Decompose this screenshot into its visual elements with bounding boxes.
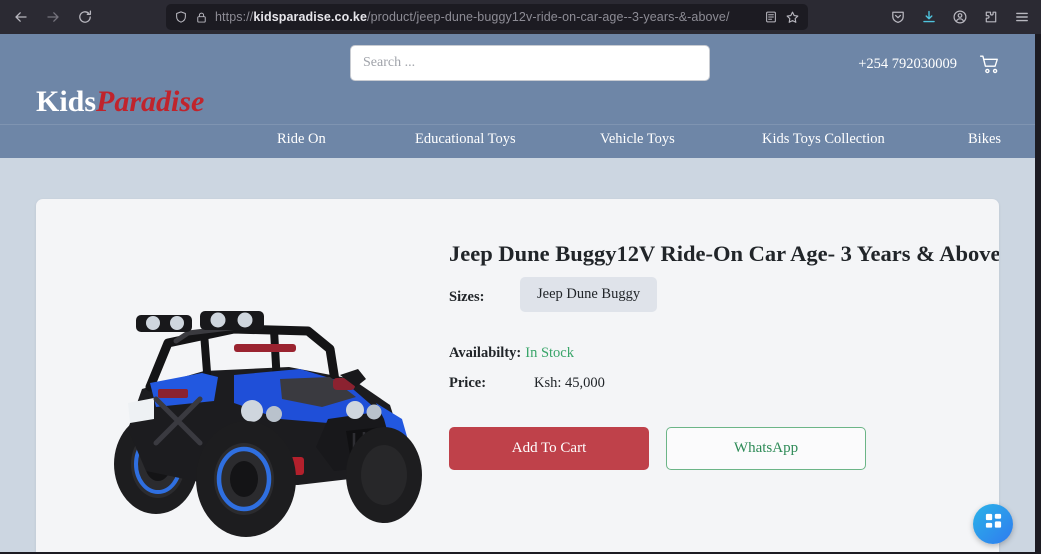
product-image <box>84 279 436 549</box>
scrollbar-gutter[interactable] <box>1035 34 1041 552</box>
availability-row: Availabilty: In Stock <box>449 345 574 362</box>
site-logo[interactable]: KidsParadise <box>36 87 204 117</box>
main-navigation: Ride On Educational Toys Vehicle Toys Ki… <box>0 124 1035 158</box>
url-scheme: https:// <box>215 10 254 24</box>
star-bookmark-icon[interactable] <box>785 10 800 25</box>
add-to-cart-button[interactable]: Add To Cart <box>449 427 649 470</box>
url-text[interactable]: https://kidsparadise.co.ke/product/jeep-… <box>215 10 757 24</box>
account-circle-icon[interactable] <box>945 2 975 32</box>
browser-actions <box>883 2 1037 32</box>
site-header: KidsParadise +254 792030009 <box>0 34 1035 124</box>
size-option-button[interactable]: Jeep Dune Buggy <box>520 277 658 312</box>
address-bar[interactable]: https://kidsparadise.co.ke/product/jeep-… <box>166 4 808 30</box>
padlock-icon[interactable] <box>195 11 208 24</box>
nav-item-educational-toys[interactable]: Educational Toys <box>415 131 516 148</box>
back-button[interactable] <box>6 2 36 32</box>
url-path: /product/jeep-dune-buggy12v-ride-on-car-… <box>367 10 730 24</box>
product-title: Jeep Dune Buggy12V Ride-On Car Age- 3 Ye… <box>449 241 999 266</box>
shopping-cart-icon[interactable] <box>978 52 1003 82</box>
page-viewport: KidsParadise +254 792030009 Ride On Educ… <box>0 34 1035 552</box>
content-area: Jeep Dune Buggy12V Ride-On Car Age- 3 Ye… <box>0 158 1035 552</box>
reload-button[interactable] <box>70 2 100 32</box>
price-row: Price: Ksh: 45,000 <box>449 375 605 392</box>
nav-item-kids-toys-collection[interactable]: Kids Toys Collection <box>762 131 885 148</box>
phone-number[interactable]: +254 792030009 <box>858 56 957 73</box>
floating-apps-button[interactable] <box>973 504 1013 544</box>
extensions-puzzle-icon[interactable] <box>976 2 1006 32</box>
grid-apps-icon <box>984 512 1003 536</box>
availability-value: In Stock <box>525 345 574 361</box>
hamburger-menu-icon[interactable] <box>1007 2 1037 32</box>
price-value: Ksh: 45,000 <box>534 375 605 391</box>
nav-item-ride-on[interactable]: Ride On <box>277 131 326 148</box>
url-domain: kidsparadise.co.ke <box>253 10 367 24</box>
navigation-buttons <box>0 2 100 32</box>
availability-label: Availabilty: <box>449 345 522 361</box>
shield-icon[interactable] <box>174 10 188 24</box>
price-label: Price: <box>449 375 487 391</box>
browser-toolbar: https://kidsparadise.co.ke/product/jeep-… <box>0 0 1041 34</box>
whatsapp-button[interactable]: WhatsApp <box>666 427 866 470</box>
logo-text-kids: Kids <box>36 85 97 118</box>
reader-view-icon[interactable] <box>764 10 778 24</box>
download-arrow-icon[interactable] <box>914 2 944 32</box>
search-input[interactable] <box>350 45 710 81</box>
logo-text-paradise: Paradise <box>96 85 205 118</box>
pocket-shield-icon[interactable] <box>883 2 913 32</box>
nav-item-bikes[interactable]: Bikes <box>968 131 1001 148</box>
forward-button[interactable] <box>38 2 68 32</box>
product-detail-card: Jeep Dune Buggy12V Ride-On Car Age- 3 Ye… <box>36 199 999 552</box>
nav-item-vehicle-toys[interactable]: Vehicle Toys <box>600 131 675 148</box>
sizes-label: Sizes: <box>449 289 485 305</box>
browser-window: https://kidsparadise.co.ke/product/jeep-… <box>0 0 1041 554</box>
